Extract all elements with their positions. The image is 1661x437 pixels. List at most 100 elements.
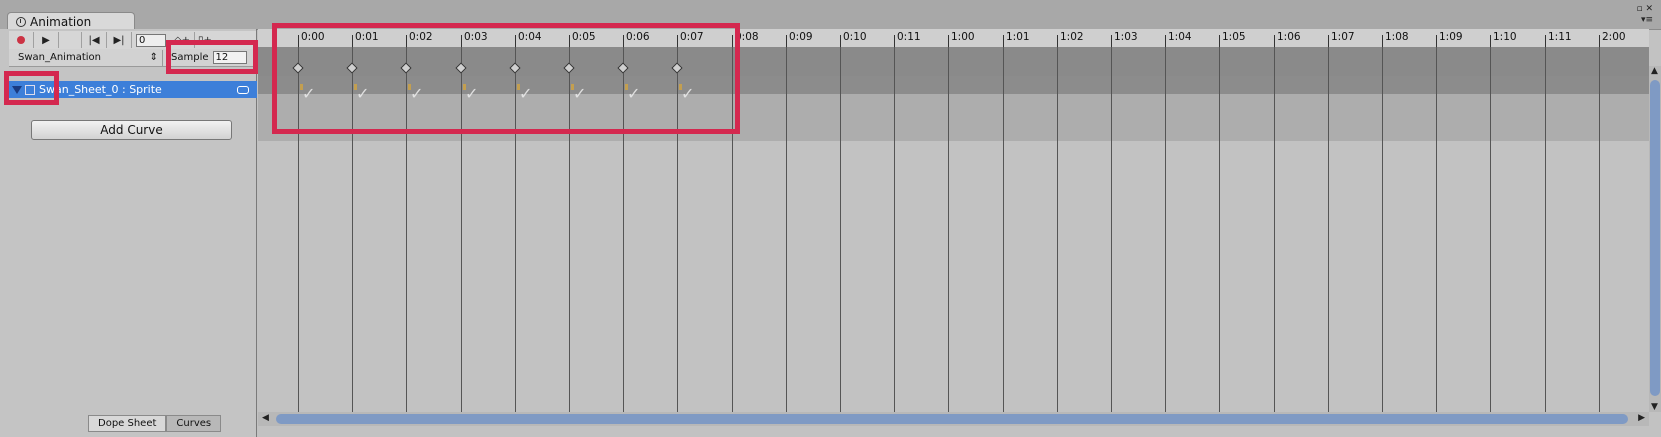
sprite-thumbnail-icon: ✓ xyxy=(465,84,479,103)
timeline-gridline xyxy=(1219,47,1220,412)
sprite-keyframe[interactable]: ✓ xyxy=(679,84,701,103)
vertical-scroll-thumb[interactable] xyxy=(1650,80,1660,396)
sprite-keyframe[interactable]: ✓ xyxy=(517,84,539,103)
ruler-label: 1:06 xyxy=(1277,31,1301,43)
ruler-tick xyxy=(786,35,787,47)
keyframe-pin-icon xyxy=(571,84,574,90)
highlight-sample xyxy=(166,40,258,74)
ruler-label: 0:09 xyxy=(789,31,813,43)
window-tab-bar xyxy=(0,0,1661,30)
ruler-label: 1:01 xyxy=(1006,31,1030,43)
ruler-label: 1:11 xyxy=(1548,31,1572,43)
ruler-tick xyxy=(1382,35,1383,47)
sprite-keyframe[interactable]: ✓ xyxy=(408,84,430,103)
horizontal-scroll-thumb[interactable] xyxy=(276,414,1628,424)
timeline-gridline xyxy=(894,47,895,412)
ruler-label: 1:04 xyxy=(1168,31,1192,43)
keyframe-pin-icon xyxy=(625,84,628,90)
clock-icon xyxy=(16,16,26,27)
timeline-gridline xyxy=(1382,47,1383,412)
horizontal-scrollbar[interactable]: ◀ ▶ xyxy=(258,412,1649,426)
frame-field[interactable]: 0 xyxy=(136,33,166,47)
sprite-thumbnail-icon: ✓ xyxy=(356,84,370,103)
scroll-up-icon[interactable]: ▲ xyxy=(1651,66,1658,76)
timeline-gridline xyxy=(840,47,841,412)
timeline-gridline xyxy=(1545,47,1546,412)
ruler-label: 1:03 xyxy=(1114,31,1138,43)
keyframe-pin-icon xyxy=(463,84,466,90)
ruler-label: 1:09 xyxy=(1439,31,1463,43)
dropdown-arrows-icon: ⇕ xyxy=(149,52,158,63)
tab-curves[interactable]: Curves xyxy=(166,415,222,432)
timeline-gridline xyxy=(786,47,787,412)
timeline-gridline xyxy=(1165,47,1166,412)
record-button[interactable] xyxy=(9,32,34,48)
sprite-keyframe[interactable]: ✓ xyxy=(354,84,376,103)
clip-dropdown[interactable]: Swan_Animation ⇕ xyxy=(9,49,163,66)
ruler-tick xyxy=(948,35,949,47)
clip-name: Swan_Animation xyxy=(18,52,101,63)
tab-dope-sheet[interactable]: Dope Sheet xyxy=(88,415,167,432)
ruler-tick xyxy=(1057,35,1058,47)
ruler-tick xyxy=(1490,35,1491,47)
keyframe-pin-icon xyxy=(354,84,357,90)
prev-key-button[interactable]: |◀ xyxy=(82,32,107,48)
ruler-tick xyxy=(1328,35,1329,47)
next-key-button[interactable]: ▶| xyxy=(107,32,132,48)
sprite-keyframe[interactable]: ✓ xyxy=(463,84,485,103)
prev-key-icon: |◀ xyxy=(88,34,100,46)
highlight-keyframes xyxy=(272,23,740,134)
timeline-gridline xyxy=(1057,47,1058,412)
tab-animation[interactable]: Animation xyxy=(7,12,135,30)
timeline-gridline xyxy=(1436,47,1437,412)
window-controls[interactable]: ▫ ✕ ▾≡ xyxy=(1636,4,1653,26)
keyframe-pin-icon xyxy=(679,84,682,90)
vertical-scrollbar[interactable]: ▲ ▼ xyxy=(1649,66,1661,412)
ruler-label: 1:05 xyxy=(1222,31,1246,43)
remove-property-icon[interactable] xyxy=(237,85,249,94)
ruler-tick xyxy=(1274,35,1275,47)
keyframe-pin-icon xyxy=(300,84,303,90)
play-button[interactable]: ▶ xyxy=(34,32,59,48)
sprite-keyframe[interactable]: ✓ xyxy=(300,84,322,103)
scroll-down-icon[interactable]: ▼ xyxy=(1651,402,1658,412)
spacer xyxy=(59,32,82,48)
ruler-tick xyxy=(1545,35,1546,47)
sprite-thumbnail-icon: ✓ xyxy=(573,84,587,103)
sprite-keyframe[interactable]: ✓ xyxy=(625,84,647,103)
menu-icon[interactable]: ▾≡ xyxy=(1636,15,1653,26)
ruler-label: 1:08 xyxy=(1385,31,1409,43)
timeline-gridline xyxy=(1599,47,1600,412)
ruler-label: 2:00 xyxy=(1602,31,1626,43)
ruler-label: 0:11 xyxy=(897,31,921,43)
timeline-gridline xyxy=(1003,47,1004,412)
scroll-right-icon[interactable]: ▶ xyxy=(1638,413,1645,423)
ruler-label: 1:07 xyxy=(1331,31,1355,43)
ruler-tick xyxy=(1111,35,1112,47)
add-curve-button[interactable]: Add Curve xyxy=(31,120,232,140)
ruler-label: 1:10 xyxy=(1493,31,1517,43)
ruler-tick xyxy=(840,35,841,47)
timeline-gridline xyxy=(1111,47,1112,412)
scroll-left-icon[interactable]: ◀ xyxy=(262,413,269,423)
next-key-icon: ▶| xyxy=(113,34,125,46)
sprite-keyframe[interactable]: ✓ xyxy=(571,84,593,103)
ruler-label: 1:00 xyxy=(951,31,975,43)
timeline-gridline xyxy=(1490,47,1491,412)
view-mode-tabs: Dope Sheet Curves xyxy=(88,415,222,432)
ruler-tick xyxy=(1003,35,1004,47)
ruler-tick xyxy=(1436,35,1437,47)
timeline-gridline xyxy=(1274,47,1275,412)
timeline-gridline xyxy=(1328,47,1329,412)
timeline-gridline xyxy=(948,47,949,412)
sprite-thumbnail-icon: ✓ xyxy=(302,84,316,103)
sprite-thumbnail-icon: ✓ xyxy=(410,84,424,103)
record-icon xyxy=(17,36,25,44)
maximize-close-icons[interactable]: ▫ ✕ xyxy=(1636,4,1653,15)
ruler-tick xyxy=(1165,35,1166,47)
ruler-label: 1:02 xyxy=(1060,31,1084,43)
play-icon: ▶ xyxy=(42,34,50,46)
tab-title: Animation xyxy=(30,14,92,29)
keyframe-pin-icon xyxy=(408,84,411,90)
ruler-tick xyxy=(1219,35,1220,47)
